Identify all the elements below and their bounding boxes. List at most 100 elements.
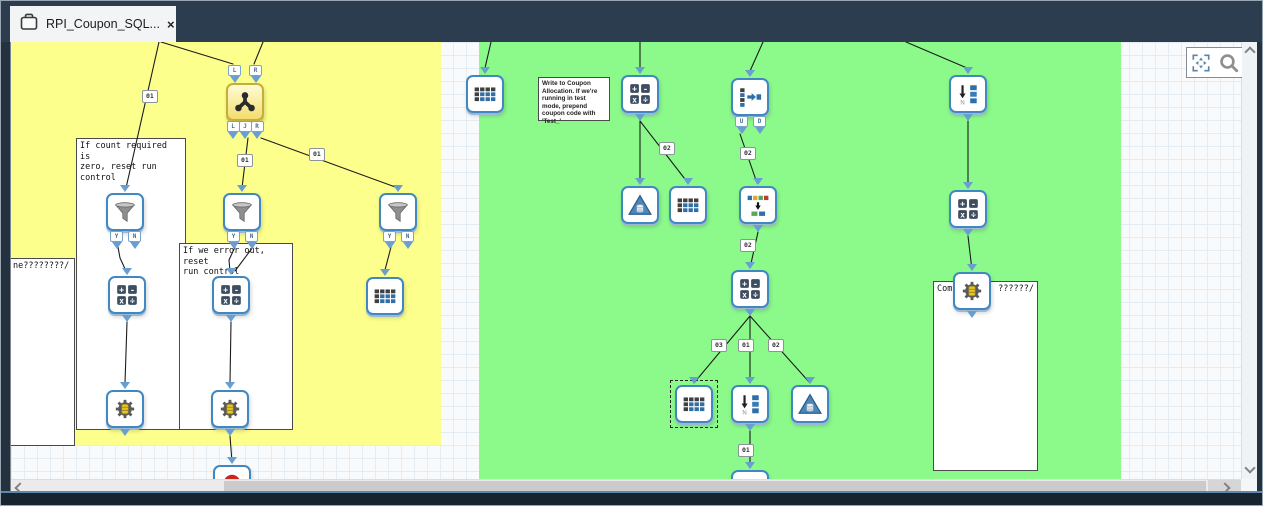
- filter-icon: [113, 200, 137, 224]
- table-node[interactable]: [366, 277, 404, 315]
- split-node[interactable]: [731, 78, 769, 116]
- gear-node[interactable]: [211, 390, 249, 428]
- edge-label: 01: [309, 148, 325, 161]
- split-icon: [738, 85, 762, 109]
- table-node[interactable]: [669, 186, 707, 224]
- port-label: Y: [383, 231, 396, 242]
- port-arrow-icon: [251, 76, 261, 83]
- port-label: D: [753, 116, 766, 127]
- port-arrow-icon: [635, 178, 645, 185]
- port-arrow-icon: [753, 178, 763, 185]
- annotation-note[interactable]: Write to Coupon Allocation. If we're run…: [538, 77, 610, 121]
- edge-label: 02: [659, 142, 675, 155]
- filter-node[interactable]: [106, 193, 144, 231]
- port-arrow-icon: [745, 309, 755, 316]
- edge-label: 03: [711, 339, 727, 352]
- port-arrow-icon: [963, 229, 973, 236]
- calc-node[interactable]: +-x÷: [949, 190, 987, 228]
- port-arrow-icon: [755, 127, 765, 134]
- project-icon: [19, 12, 39, 37]
- port-arrow-icon: [380, 269, 390, 276]
- calc-node[interactable]: +-x÷: [212, 276, 250, 314]
- edge-label: 01: [142, 90, 158, 103]
- port-arrow-icon: [963, 67, 973, 74]
- annotation-note[interactable]: ne????????/: [11, 258, 75, 446]
- join-node[interactable]: [226, 83, 264, 121]
- port-label: R: [249, 65, 262, 76]
- port-label: L: [227, 121, 240, 132]
- svg-text:-: -: [753, 278, 758, 288]
- zoom-magnifier-icon[interactable]: [1217, 51, 1241, 75]
- calc-node[interactable]: +-x÷: [108, 276, 146, 314]
- port-arrow-icon: [967, 311, 977, 318]
- tab-rpi-coupon-sql[interactable]: RPI_Coupon_SQL... ×: [10, 6, 176, 42]
- port-label: Y: [227, 231, 240, 242]
- plain-node[interactable]: [731, 470, 769, 479]
- sortn-icon: N: [738, 392, 762, 416]
- window-bottom-frame: [1, 491, 1262, 505]
- calc-node[interactable]: +-x÷: [731, 270, 769, 308]
- port-arrow-icon: [229, 242, 239, 249]
- table-icon: [682, 392, 706, 416]
- filter-node[interactable]: [379, 193, 417, 231]
- sortn-node[interactable]: N: [949, 75, 987, 113]
- table-icon: [373, 284, 397, 308]
- table-node[interactable]: [675, 385, 713, 423]
- tab-bar: RPI_Coupon_SQL... ×: [1, 1, 1262, 42]
- port-arrow-icon: [745, 424, 755, 431]
- calc-node[interactable]: +-x÷: [621, 75, 659, 113]
- port-arrow-icon: [120, 185, 130, 192]
- svg-text:÷: ÷: [130, 295, 135, 305]
- filter-node[interactable]: [223, 193, 261, 231]
- edge-label: 02: [740, 147, 756, 160]
- calc-icon: +-x÷: [628, 82, 652, 106]
- svg-text:-: -: [234, 284, 239, 294]
- port-arrow-icon: [737, 127, 747, 134]
- tab-close-icon[interactable]: ×: [167, 18, 175, 31]
- svg-text:÷: ÷: [971, 209, 976, 219]
- red-node[interactable]: [213, 465, 251, 479]
- port-arrow-icon: [689, 377, 699, 384]
- table-icon: [473, 82, 497, 106]
- port-label: N: [128, 231, 141, 242]
- port-arrow-icon: [240, 132, 250, 139]
- svg-text:÷: ÷: [643, 94, 648, 104]
- canvas-mini-toolbar: [1186, 47, 1242, 78]
- port-arrow-icon: [120, 429, 130, 436]
- scroll-up-icon[interactable]: [1242, 44, 1257, 60]
- port-arrow-icon: [753, 225, 763, 232]
- port-arrow-icon: [745, 262, 755, 269]
- port-label: L: [228, 65, 241, 76]
- port-arrow-icon: [112, 242, 122, 249]
- port-arrow-icon: [635, 114, 645, 121]
- colorful-node[interactable]: [739, 186, 777, 224]
- svg-text:+: +: [223, 284, 228, 294]
- edge-label: 02: [740, 239, 756, 252]
- port-arrow-icon: [967, 264, 977, 271]
- vertical-scrollbar[interactable]: [1241, 42, 1257, 479]
- sortn-node[interactable]: N: [731, 385, 769, 423]
- triangle-node[interactable]: [621, 186, 659, 224]
- gear-node[interactable]: [953, 272, 991, 310]
- port-arrow-icon: [683, 178, 693, 185]
- gear-icon: [113, 397, 137, 421]
- svg-text:-: -: [130, 284, 135, 294]
- svg-text:-: -: [971, 198, 976, 208]
- port-label: R: [251, 121, 264, 132]
- fit-to-view-icon[interactable]: [1189, 51, 1213, 75]
- edge-label: 01: [738, 339, 754, 352]
- scroll-down-icon[interactable]: [1242, 460, 1257, 476]
- port-arrow-icon: [805, 377, 815, 384]
- red-icon: [220, 472, 244, 479]
- port-arrow-icon: [122, 268, 132, 275]
- port-arrow-icon: [237, 185, 247, 192]
- edge-label: 02: [768, 339, 784, 352]
- table-node[interactable]: [466, 75, 504, 113]
- triangle-node[interactable]: [791, 385, 829, 423]
- port-arrow-icon: [745, 462, 755, 469]
- port-arrow-icon: [228, 132, 238, 139]
- svg-text:-: -: [643, 83, 648, 93]
- port-arrow-icon: [130, 242, 140, 249]
- svg-text:+: +: [119, 284, 124, 294]
- gear-node[interactable]: [106, 390, 144, 428]
